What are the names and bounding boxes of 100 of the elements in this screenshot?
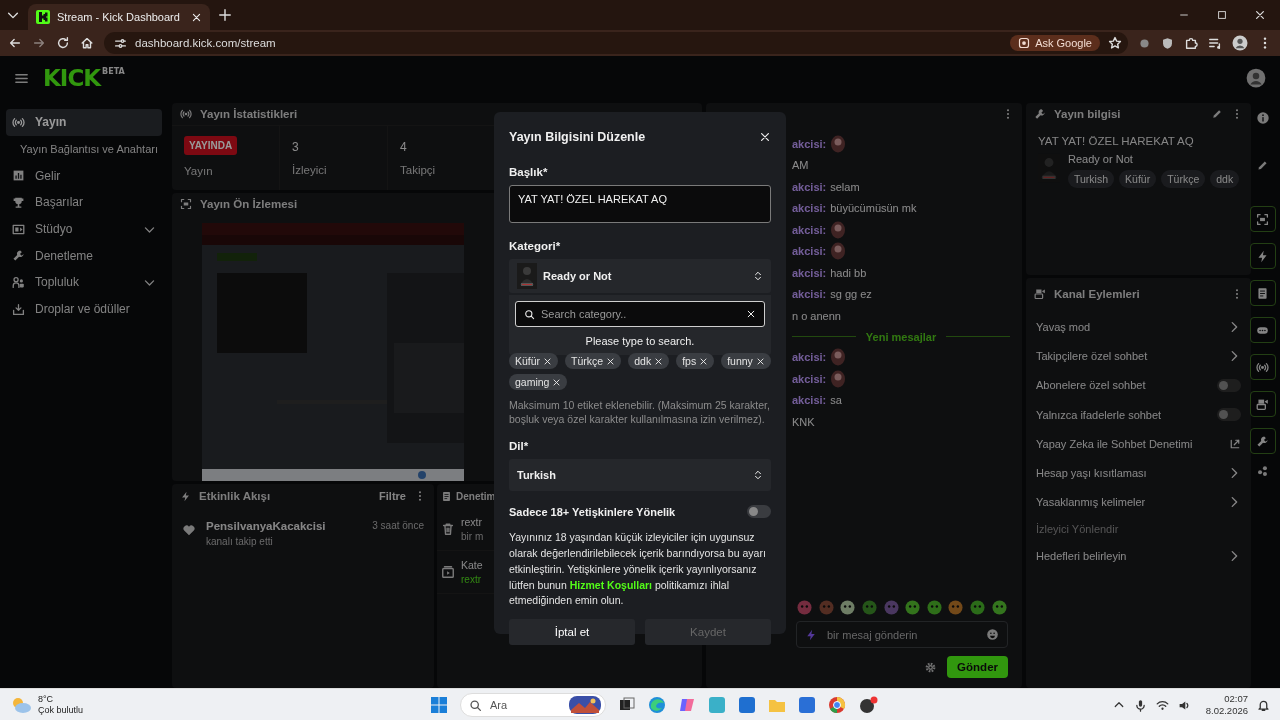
chat-username[interactable]: akcisi: xyxy=(792,223,827,236)
channel-action[interactable]: Yasaklanmış kelimeler xyxy=(1026,487,1252,518)
category-select[interactable]: Ready or Not xyxy=(509,259,771,293)
channel-action[interactable]: Yalnızca ifadelerle sohbet xyxy=(1026,399,1252,430)
clock-date[interactable]: 8.02.2026 xyxy=(1205,705,1248,718)
panel-title: Denetim xyxy=(456,490,496,502)
remove-icon[interactable] xyxy=(552,377,562,387)
browser-tab[interactable]: Stream - Kick Dashboard xyxy=(28,4,210,30)
logo[interactable]: KICK xyxy=(43,65,101,91)
sidebar-item[interactable]: Denetleme xyxy=(6,242,162,270)
filter-link[interactable]: Filtre xyxy=(379,490,406,502)
chat-username[interactable]: akcisi: xyxy=(792,202,827,215)
taskbar-search[interactable]: Ara xyxy=(460,693,606,717)
preview-button[interactable] xyxy=(1249,206,1276,232)
tag: Küfür xyxy=(1119,170,1157,188)
avatar-icon[interactable] xyxy=(1246,68,1266,88)
toggle-switch[interactable] xyxy=(1217,378,1242,392)
maximize-icon[interactable] xyxy=(1216,9,1228,21)
settings-icon[interactable] xyxy=(924,660,938,674)
puzzle-icon[interactable] xyxy=(1184,36,1198,50)
ask-google-button[interactable]: Ask Google xyxy=(1010,35,1100,51)
chat-username[interactable]: akcisi: xyxy=(792,245,827,258)
search-field[interactable]: Search category.. xyxy=(515,301,765,327)
remove-icon[interactable] xyxy=(543,356,553,366)
terms-link[interactable]: Hizmet Koşulları xyxy=(569,578,652,591)
reload-icon[interactable] xyxy=(56,36,70,50)
edit-icon[interactable] xyxy=(1256,159,1269,172)
panel-title: Yayın Ön İzlemesi xyxy=(200,198,298,210)
emote-icon[interactable] xyxy=(840,600,856,615)
forward-icon[interactable] xyxy=(32,36,46,50)
back-icon[interactable] xyxy=(8,36,22,50)
windows-logo-icon[interactable] xyxy=(430,696,448,714)
sidebar-item[interactable]: Başarılar xyxy=(6,189,162,216)
emote-icon[interactable] xyxy=(970,600,986,615)
channel-action[interactable]: Abonelere özel sohbet xyxy=(1026,370,1252,400)
language-select[interactable]: Turkish xyxy=(509,459,771,492)
send-button[interactable]: Gönder xyxy=(947,656,1008,678)
cancel-button[interactable]: İptal et xyxy=(509,619,635,646)
camera-button[interactable] xyxy=(1249,391,1276,417)
broadcast-button[interactable] xyxy=(1249,354,1276,380)
app-icon[interactable] xyxy=(858,696,878,714)
close-icon[interactable] xyxy=(191,11,202,23)
remove-icon[interactable] xyxy=(699,356,709,366)
address-bar[interactable]: dashboard.kick.com/stream Ask Google xyxy=(104,32,1128,54)
bolt-button[interactable] xyxy=(1249,243,1276,269)
emote-icon[interactable] xyxy=(905,600,921,615)
clear-icon[interactable] xyxy=(746,309,756,319)
sidebar-item[interactable]: Droplar ve ödüller xyxy=(6,295,162,323)
close-icon[interactable] xyxy=(1254,9,1266,21)
star-icon[interactable] xyxy=(1108,36,1122,50)
notification-icon[interactable] xyxy=(1257,698,1270,712)
document-button[interactable] xyxy=(1249,280,1276,306)
remove-icon[interactable] xyxy=(654,356,664,366)
channel-action[interactable]: Yavaş mod xyxy=(1026,312,1252,342)
chat-username[interactable]: akcisi: xyxy=(792,372,827,385)
chat-button[interactable] xyxy=(1249,317,1276,343)
sidebar-item[interactable]: Stüdyo xyxy=(6,215,162,243)
shield-icon[interactable] xyxy=(1161,36,1174,50)
gradient-logo-icon[interactable] xyxy=(678,696,696,714)
chat-username[interactable]: akcisi: xyxy=(792,137,827,150)
emote-icon[interactable] xyxy=(948,600,964,615)
sidebar-item[interactable]: Topluluk xyxy=(6,269,162,296)
dots-icon[interactable] xyxy=(1256,465,1269,478)
chat-input[interactable]: bir mesaj gönderin xyxy=(796,621,1008,648)
toggle-switch[interactable] xyxy=(1217,408,1242,422)
chat-username[interactable]: akcisi: xyxy=(792,394,827,407)
microphone-icon[interactable] xyxy=(1133,698,1147,712)
remove-icon[interactable] xyxy=(755,356,765,366)
emote-icon[interactable] xyxy=(991,600,1007,615)
chat-username[interactable]: akcisi: xyxy=(792,288,827,301)
home-icon[interactable] xyxy=(80,36,94,50)
chat-username[interactable]: akcisi: xyxy=(792,266,827,279)
channel-action[interactable]: Hesap yaşı kısıtlaması xyxy=(1026,458,1252,488)
chat-username[interactable]: akcisi: xyxy=(792,351,827,364)
wifi-icon[interactable] xyxy=(1155,698,1169,712)
emote-icon[interactable] xyxy=(926,600,942,615)
emoji-icon[interactable] xyxy=(986,628,999,641)
clock-time[interactable]: 02:07 xyxy=(1224,692,1248,705)
site-settings-icon[interactable] xyxy=(114,36,127,50)
info-icon[interactable] xyxy=(1255,111,1270,125)
remove-icon[interactable] xyxy=(606,356,616,366)
wrench-button[interactable] xyxy=(1249,428,1276,454)
search-input[interactable]: Search category.. xyxy=(541,308,740,320)
sidebar-item[interactable]: Yayın xyxy=(6,109,162,136)
sidebar-item[interactable]: Yayın Bağlantısı ve Anahtarı xyxy=(6,135,162,163)
kick-favicon-icon xyxy=(36,10,50,24)
channel-action[interactable]: Yapay Zeka ile Sohbet Denetimi xyxy=(1026,429,1252,459)
toggle-switch[interactable] xyxy=(747,505,771,519)
dialog-title: Yayın Bilgisini Düzenle xyxy=(509,130,646,144)
title-field[interactable]: YAT YAT! ÖZEL HAREKAT AQ xyxy=(509,185,771,223)
round-logo-icon[interactable] xyxy=(828,696,846,714)
close-icon[interactable] xyxy=(759,131,771,143)
browser-icon[interactable] xyxy=(648,696,666,714)
chat-username[interactable]: akcisi: xyxy=(792,180,827,193)
sidebar-item[interactable]: Gelir xyxy=(6,162,162,190)
channel-action[interactable]: Hedefleri belirleyin xyxy=(1026,541,1252,571)
channel-action[interactable]: Takipçilere özel sohbet xyxy=(1026,341,1252,371)
media-icon[interactable] xyxy=(1208,36,1222,50)
avatar-icon[interactable] xyxy=(1232,35,1248,51)
new-tab-icon[interactable] xyxy=(218,8,232,22)
